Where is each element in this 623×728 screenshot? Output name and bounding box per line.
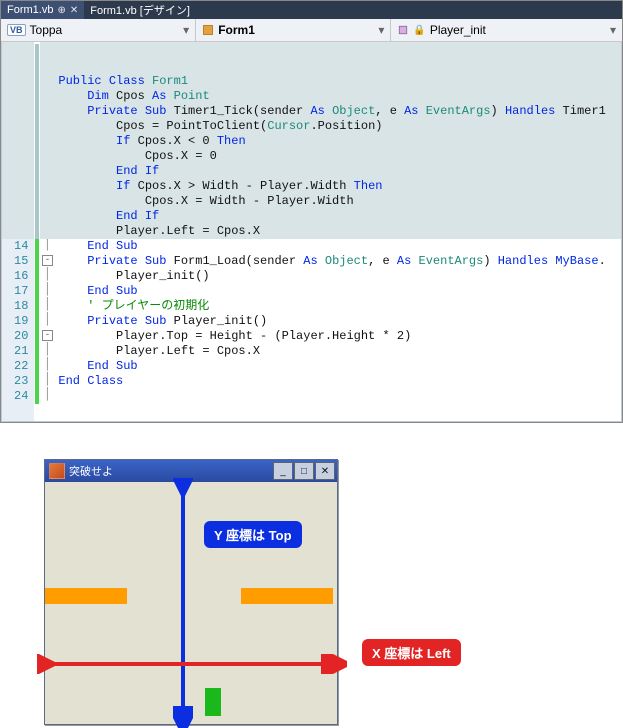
winform-window: 突破せよ _ □ ✕ (44, 459, 338, 725)
change-indicator-bar (34, 42, 40, 421)
ide-window: Form1.vb ⊕ ✕ Form1.vb [デザイン] VB Toppa ▾ … (0, 0, 623, 423)
window-title: 突破せよ (69, 463, 113, 479)
code-editor[interactable]: 123456789101112131415161718192021222324 … (1, 42, 622, 422)
method-icon (397, 24, 409, 36)
code-area[interactable]: Public Class Form1 Dim Cpos As Point Pri… (54, 42, 621, 421)
nav-member-dropdown[interactable]: 🔒 Player_init ▾ (391, 19, 622, 41)
window-buttons: _ □ ✕ (273, 462, 335, 480)
player-rect (205, 688, 221, 716)
minimize-button[interactable]: _ (273, 462, 293, 480)
document-tab-bar: Form1.vb ⊕ ✕ Form1.vb [デザイン] (1, 1, 622, 19)
nav-class-dropdown[interactable]: Form1 ▾ (196, 19, 391, 41)
chevron-down-icon: ▾ (610, 23, 616, 37)
y-axis-arrow (173, 478, 193, 728)
runtime-form-region: 突破せよ _ □ ✕ (44, 459, 340, 725)
navigation-bar: VB Toppa ▾ Form1 ▾ 🔒 Player_init ▾ (1, 19, 622, 42)
app-icon (49, 463, 65, 479)
y-coord-label: Y 座標は Top (204, 521, 302, 548)
tab-form1-code[interactable]: Form1.vb ⊕ ✕ (1, 1, 84, 19)
x-axis-arrow (37, 654, 347, 674)
chevron-down-icon: ▾ (183, 23, 189, 37)
nav-scope-dropdown[interactable]: VB Toppa ▾ (1, 19, 196, 41)
maximize-button[interactable]: □ (294, 462, 314, 480)
obstacle-bar-left (45, 588, 127, 604)
fold-toggle[interactable]: - (42, 330, 53, 341)
x-coord-label: X 座標は Left (362, 639, 461, 666)
tab-label: Form1.vb [デザイン] (90, 2, 190, 18)
nav-class-text: Form1 (218, 23, 255, 37)
lock-icon: 🔒 (413, 25, 425, 36)
obstacle-bar-right (241, 588, 333, 604)
close-button[interactable]: ✕ (315, 462, 335, 480)
chevron-down-icon: ▾ (378, 23, 384, 37)
form-client-area (45, 482, 337, 724)
tab-label: Form1.vb (7, 4, 53, 16)
pin-icon[interactable]: ⊕ (57, 5, 65, 16)
tab-form1-design[interactable]: Form1.vb [デザイン] (84, 1, 196, 19)
nav-scope-text: Toppa (30, 23, 63, 37)
vb-badge-icon: VB (7, 24, 26, 36)
fold-toggle[interactable]: - (42, 255, 53, 266)
nav-member-text: Player_init (430, 23, 486, 37)
class-icon (202, 24, 214, 36)
close-icon[interactable]: ✕ (70, 5, 78, 16)
